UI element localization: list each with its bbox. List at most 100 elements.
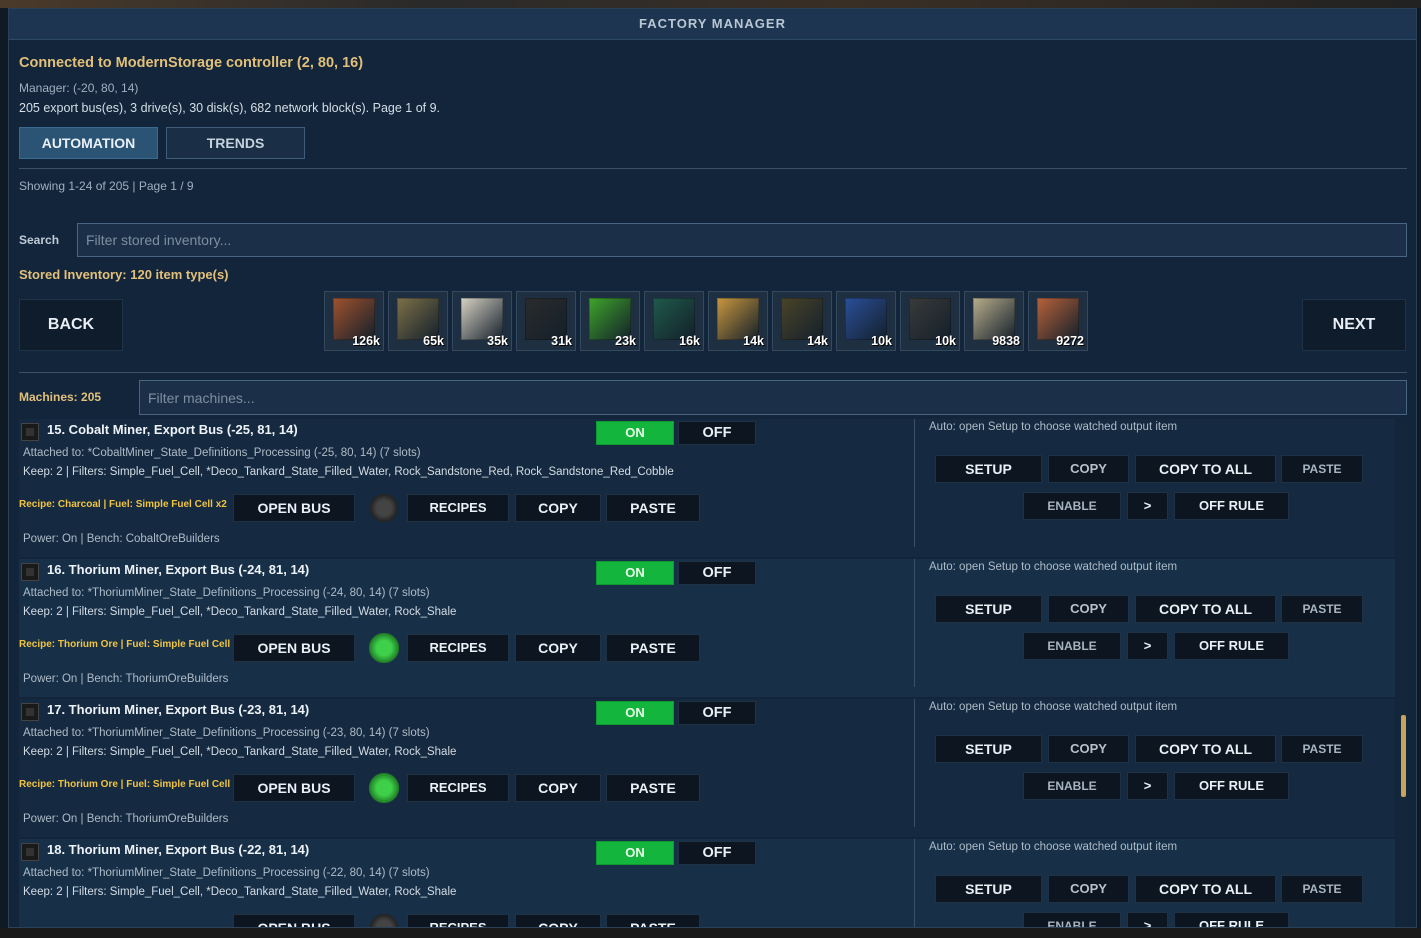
paste-button[interactable]: PASTE xyxy=(606,774,700,802)
enable-button[interactable]: ENABLE xyxy=(1023,912,1121,927)
machine-filter-input[interactable] xyxy=(139,380,1407,415)
divider xyxy=(19,168,1407,169)
recipes-button[interactable]: RECIPES xyxy=(407,634,509,662)
keep-filters: Keep: 2 | Filters: Simple_Fuel_Cell, *De… xyxy=(23,466,674,478)
tab-automation[interactable]: AUTOMATION xyxy=(19,127,158,159)
setup-button[interactable]: SETUP xyxy=(935,455,1042,483)
on-button[interactable]: ON xyxy=(596,561,674,585)
copy-setup-button[interactable]: COPY xyxy=(1048,595,1129,623)
power-bench: Power: On | Bench: CobaltOreBuilders xyxy=(23,533,220,545)
column-divider xyxy=(914,699,915,827)
inventory-slot[interactable]: 16k xyxy=(644,291,704,351)
game-background-top xyxy=(0,0,1421,8)
back-button[interactable]: BACK xyxy=(19,299,123,351)
inventory-slot[interactable]: 14k xyxy=(772,291,832,351)
recipe-fuel: Recipe: Charcoal | Fuel: Simple Fuel Cel… xyxy=(19,499,227,510)
manager-coords: Manager: (-20, 80, 14) xyxy=(19,81,139,95)
stored-inventory-label: Stored Inventory: 120 item type(s) xyxy=(19,267,229,282)
machine-icon xyxy=(21,703,39,721)
auto-rule-hint: Auto: open Setup to choose watched outpu… xyxy=(929,701,1178,713)
paste-button[interactable]: PASTE xyxy=(606,914,700,927)
on-button[interactable]: ON xyxy=(596,701,674,725)
item-count: 14k xyxy=(807,334,828,348)
off-rule-button[interactable]: OFF RULE xyxy=(1174,912,1289,927)
paste-button[interactable]: PASTE xyxy=(606,494,700,522)
arrow-button[interactable]: > xyxy=(1127,492,1168,520)
off-button[interactable]: OFF xyxy=(678,561,756,585)
copy-setup-button[interactable]: COPY xyxy=(1048,875,1129,903)
setup-button[interactable]: SETUP xyxy=(935,875,1042,903)
tab-trends[interactable]: TRENDS xyxy=(166,127,305,159)
auto-rule-hint: Auto: open Setup to choose watched outpu… xyxy=(929,421,1178,433)
open-bus-button[interactable]: OPEN BUS xyxy=(233,914,355,927)
on-button[interactable]: ON xyxy=(596,421,674,445)
paste-setup-button[interactable]: PASTE xyxy=(1281,875,1363,903)
auto-rule-hint: Auto: open Setup to choose watched outpu… xyxy=(929,841,1178,853)
copy-button[interactable]: COPY xyxy=(515,634,601,662)
copy-to-all-button[interactable]: COPY TO ALL xyxy=(1135,595,1276,623)
off-rule-button[interactable]: OFF RULE xyxy=(1174,772,1289,800)
copy-setup-button[interactable]: COPY xyxy=(1048,455,1129,483)
attached-to: Attached to: *ThoriumMiner_State_Definit… xyxy=(23,867,430,879)
next-button[interactable]: NEXT xyxy=(1302,299,1406,351)
on-button[interactable]: ON xyxy=(596,841,674,865)
open-bus-button[interactable]: OPEN BUS xyxy=(233,634,355,662)
off-button[interactable]: OFF xyxy=(678,841,756,865)
inventory-slot[interactable]: 126k xyxy=(324,291,384,351)
off-rule-button[interactable]: OFF RULE xyxy=(1174,492,1289,520)
inventory-slot[interactable]: 35k xyxy=(452,291,512,351)
machines-count: Machines: 205 xyxy=(19,390,102,404)
machine-row: 15. Cobalt Miner, Export Bus (-25, 81, 1… xyxy=(19,419,1395,557)
copy-to-all-button[interactable]: COPY TO ALL xyxy=(1135,735,1276,763)
copy-button[interactable]: COPY xyxy=(515,914,601,927)
recipes-button[interactable]: RECIPES xyxy=(407,494,509,522)
recipes-button[interactable]: RECIPES xyxy=(407,774,509,802)
copy-to-all-button[interactable]: COPY TO ALL xyxy=(1135,875,1276,903)
recipes-button[interactable]: RECIPES xyxy=(407,914,509,927)
item-count: 35k xyxy=(487,334,508,348)
inventory-slot[interactable]: 65k xyxy=(388,291,448,351)
machine-icon xyxy=(21,563,39,581)
open-bus-button[interactable]: OPEN BUS xyxy=(233,774,355,802)
off-button[interactable]: OFF xyxy=(678,701,756,725)
arrow-button[interactable]: > xyxy=(1127,632,1168,660)
scrollbar-thumb[interactable] xyxy=(1401,715,1406,797)
paste-button[interactable]: PASTE xyxy=(606,634,700,662)
recipe-fuel: Recipe: Thorium Ore | Fuel: Simple Fuel … xyxy=(19,779,242,790)
copy-button[interactable]: COPY xyxy=(515,774,601,802)
power-bench: Power: On | Bench: ThoriumOreBuilders xyxy=(23,813,229,825)
off-button[interactable]: OFF xyxy=(678,421,756,445)
search-label: Search xyxy=(19,233,60,247)
item-count: 10k xyxy=(871,334,892,348)
arrow-button[interactable]: > xyxy=(1127,912,1168,927)
enable-button[interactable]: ENABLE xyxy=(1023,492,1121,520)
keep-filters: Keep: 2 | Filters: Simple_Fuel_Cell, *De… xyxy=(23,746,457,758)
off-rule-button[interactable]: OFF RULE xyxy=(1174,632,1289,660)
copy-to-all-button[interactable]: COPY TO ALL xyxy=(1135,455,1276,483)
setup-button[interactable]: SETUP xyxy=(935,595,1042,623)
inventory-slot[interactable]: 10k xyxy=(900,291,960,351)
inventory-slot[interactable]: 14k xyxy=(708,291,768,351)
inventory-slot[interactable]: 9272 xyxy=(1028,291,1088,351)
enable-button[interactable]: ENABLE xyxy=(1023,772,1121,800)
enable-button[interactable]: ENABLE xyxy=(1023,632,1121,660)
paste-setup-button[interactable]: PASTE xyxy=(1281,455,1363,483)
inventory-search-input[interactable] xyxy=(77,223,1407,257)
paste-setup-button[interactable]: PASTE xyxy=(1281,735,1363,763)
recipe-fuel: Recipe: Thorium Ore | Fuel: Simple Fuel … xyxy=(19,639,242,650)
item-count: 23k xyxy=(615,334,636,348)
inventory-slot[interactable]: 23k xyxy=(580,291,640,351)
open-bus-button[interactable]: OPEN BUS xyxy=(233,494,355,522)
power-bench: Power: On | Bench: ThoriumOreBuilders xyxy=(23,673,229,685)
paste-setup-button[interactable]: PASTE xyxy=(1281,595,1363,623)
copy-button[interactable]: COPY xyxy=(515,494,601,522)
window-title: FACTORY MANAGER xyxy=(9,9,1416,40)
machine-list-scrollbar[interactable] xyxy=(1399,423,1407,927)
arrow-button[interactable]: > xyxy=(1127,772,1168,800)
inventory-slot[interactable]: 31k xyxy=(516,291,576,351)
inventory-slot[interactable]: 9838 xyxy=(964,291,1024,351)
setup-button[interactable]: SETUP xyxy=(935,735,1042,763)
copy-setup-button[interactable]: COPY xyxy=(1048,735,1129,763)
item-count: 9838 xyxy=(992,334,1020,348)
inventory-slot[interactable]: 10k xyxy=(836,291,896,351)
